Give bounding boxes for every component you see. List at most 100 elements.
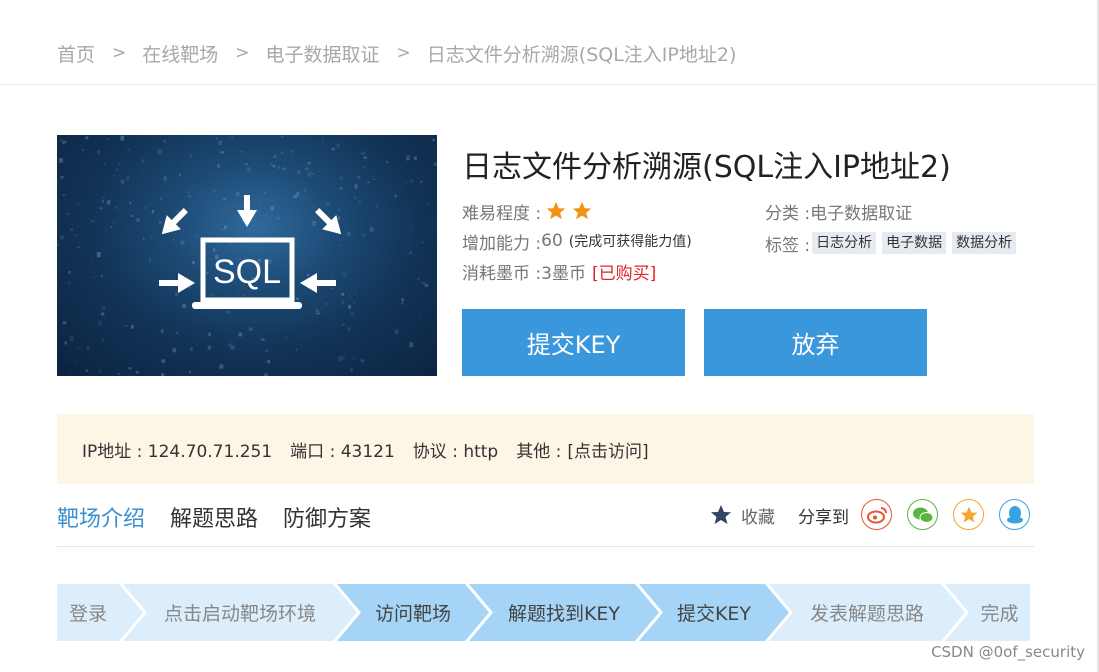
speckle [151,210,155,214]
tag-item[interactable]: 数据分析 [952,232,1017,254]
speckle [79,347,81,349]
weibo-icon[interactable] [861,499,892,530]
speckle [358,200,361,204]
speckle [281,135,284,138]
share-label: 分享到 [798,507,849,528]
speckle [238,234,240,236]
speckle [188,370,191,374]
speckle [295,297,299,301]
speckle [290,150,293,153]
speckle [131,214,134,217]
tab-defense-plan[interactable]: 防御方案 [283,501,371,533]
collect-button[interactable]: 收藏 [709,500,775,530]
hero-sql-text: SQL [213,253,281,291]
speckle [127,148,131,151]
speckle [361,151,365,156]
step-login: 登录 [68,603,107,625]
breadcrumb-separator: > [112,43,127,63]
breadcrumb-online-range[interactable]: 在线靶场 [142,40,218,67]
speckle [57,285,59,287]
speckle [295,348,298,352]
ability-row: 增加能力 : 60 (完成可获得能力值) [462,229,692,254]
tag-item[interactable]: 电子数据 [882,232,947,254]
speckle [342,272,346,278]
speckle [280,151,284,154]
speckle [333,340,336,341]
breadcrumb: 首页 > 在线靶场 > 电子数据取证 > 日志文件分析溯源(SQL注入IP地址2… [57,38,736,68]
step-post-solution: 发表解题思路 [809,603,924,625]
ability-label: 增加能力 : [462,233,542,254]
speckle [307,162,311,165]
qzone-icon[interactable] [953,499,984,530]
speckle [331,287,334,290]
give-up-button[interactable]: 放弃 [704,309,927,376]
speckle [420,180,423,183]
target-info-bar: IP地址 : 124.70.71.251 端口 : 43121 协议 : htt… [57,414,1034,484]
speckle [267,360,270,364]
speckle [312,221,317,226]
speckle [342,218,345,220]
speckle [426,155,428,157]
speckle [120,179,125,184]
progress-steps: 登录 点击启动靶场环境 访问靶场 解题找到KEY 提交KEY 发表解题思路 完成 [57,584,1030,641]
speckle [305,167,309,171]
qq-icon[interactable] [999,499,1030,530]
speckle [277,166,281,169]
speckle [98,368,102,373]
speckle [62,194,66,196]
speckle [86,346,90,350]
speckle [125,324,128,327]
speckle [188,286,191,289]
step-find-key: 解题找到KEY [507,603,621,625]
speckle [332,276,334,279]
speckle [161,373,165,376]
speckle [182,304,186,309]
category-row: 分类 : 电子数据取证 [765,199,912,224]
speckle [264,373,268,376]
speckle [129,210,131,212]
speckle [206,272,209,274]
speckle [265,349,268,352]
speckle [353,357,355,360]
speckle [304,188,306,192]
tab-solution-ideas[interactable]: 解题思路 [170,501,258,533]
submit-key-button[interactable]: 提交KEY [462,309,685,376]
speckle [248,327,253,331]
speckle [348,253,350,255]
speckle [216,137,218,140]
speckle [192,260,195,265]
speckle [120,135,125,141]
speckle [348,294,351,297]
speckle [144,206,147,209]
speckle [62,325,65,327]
speckle [142,237,145,240]
tag-item[interactable]: 日志分析 [812,232,877,254]
speckle [372,178,375,180]
breadcrumb-category[interactable]: 电子数据取证 [266,40,380,67]
speckle [263,191,267,194]
speckle [113,175,115,177]
speckle [360,359,365,363]
tab-range-intro[interactable]: 靶场介绍 [57,501,145,533]
speckle [110,226,113,228]
speckle [338,208,340,211]
ability-value: 60 [541,231,563,251]
speckle [282,167,286,170]
speckle [141,354,143,356]
speckle [154,254,156,256]
step-submit-key: 提交KEY [676,603,752,625]
breadcrumb-home[interactable]: 首页 [57,40,95,67]
wechat-icon[interactable] [907,499,938,530]
visit-link[interactable]: [点击访问] [567,437,648,462]
speckle [62,142,65,145]
tags-label: 标签 : [765,235,811,256]
speckle [179,173,182,177]
speckle [57,243,59,246]
speckle [219,364,224,369]
speckle [212,248,216,252]
speckle [331,147,335,151]
speckle [175,331,178,334]
speckle [401,301,404,305]
speckle [307,172,312,177]
speckle [91,220,95,223]
